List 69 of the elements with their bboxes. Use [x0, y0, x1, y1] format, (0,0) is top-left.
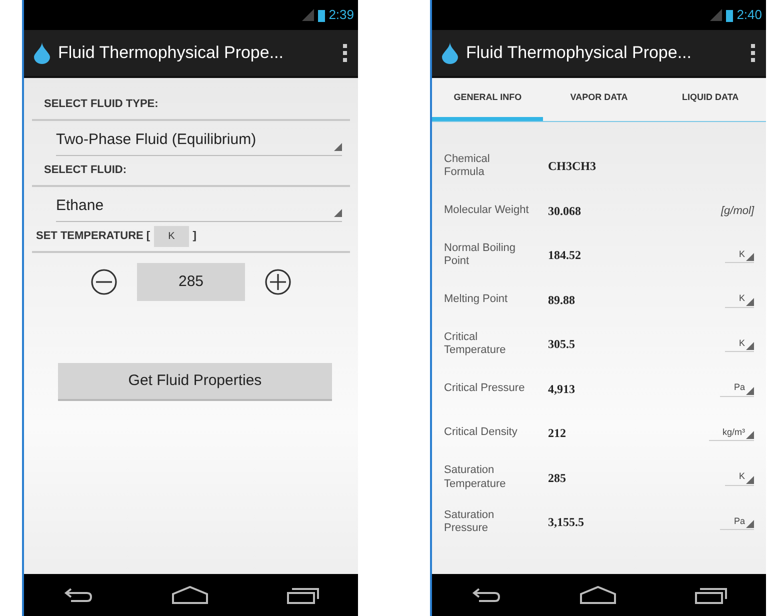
home-icon[interactable]: [580, 586, 616, 604]
unit-dropdown[interactable]: K: [724, 336, 754, 352]
property-value: 212: [547, 425, 567, 442]
property-value: 285: [547, 470, 567, 487]
unit-dropdown[interactable]: Pa: [720, 514, 754, 530]
property-label: Melting Point: [444, 292, 509, 307]
property-label: Molecular Weight: [444, 204, 530, 218]
field-label: SELECT FLUID:: [32, 156, 350, 186]
dropdown-arrow-icon: [334, 209, 342, 217]
field-label: SET TEMPERATURE [: [36, 229, 150, 244]
property-value: 4,913: [547, 380, 576, 398]
property-label: Saturation Temperature: [444, 464, 507, 492]
overflow-menu-icon[interactable]: [750, 43, 756, 63]
property-value: 89.88: [547, 292, 576, 309]
dropdown-arrow-icon: [746, 476, 754, 484]
dropdown-arrow-icon: [746, 431, 754, 439]
dropdown-arrow-icon: [746, 253, 754, 261]
overflow-menu-icon[interactable]: [342, 43, 348, 63]
temperature-value: 285: [137, 263, 245, 301]
unit-text: [g/mol]: [720, 204, 754, 218]
back-icon[interactable]: [471, 587, 502, 603]
home-icon[interactable]: [172, 586, 208, 604]
get-properties-button[interactable]: Get Fluid Properties: [58, 363, 332, 401]
battery-icon: [726, 8, 733, 22]
recent-apps-icon[interactable]: [286, 586, 319, 604]
bracket-text: ]: [192, 229, 196, 244]
unit-dropdown[interactable]: K: [724, 248, 754, 263]
dropdown-arrow-icon: [746, 386, 754, 394]
unit-dropdown[interactable]: kg/m³: [708, 426, 754, 441]
dropdown-arrow-icon: [334, 143, 342, 151]
dropdown-arrow-icon: [746, 342, 754, 350]
property-label: Normal Boiling Point: [444, 242, 517, 269]
battery-icon: [318, 8, 325, 22]
dropdown-value: Ethane: [56, 196, 104, 216]
tab[interactable]: LIQUID DATA: [654, 78, 766, 121]
dropdown-arrow-icon: [746, 298, 754, 306]
dropdown-arrow-icon: [746, 520, 754, 528]
app-title: Fluid Thermophysical Prope...: [58, 42, 285, 64]
back-icon[interactable]: [63, 587, 94, 603]
signal-icon: [302, 9, 314, 21]
dropdown[interactable]: Ethane: [56, 188, 342, 222]
property-value: 305.5: [547, 336, 576, 354]
property-label: Critical Pressure: [444, 382, 526, 396]
minus-icon[interactable]: [91, 269, 117, 295]
status-time: 2:39: [328, 6, 354, 24]
dropdown[interactable]: Two-Phase Fluid (Equilibrium): [56, 122, 342, 156]
tab[interactable]: GENERAL INFO: [432, 78, 544, 121]
water-drop-icon: [34, 42, 50, 64]
property-value: 3,155.5: [547, 514, 585, 532]
property-value: 184.52: [547, 247, 582, 264]
unit-dropdown[interactable]: K: [724, 292, 754, 308]
unit-selector[interactable]: K: [154, 226, 189, 247]
tab[interactable]: VAPOR DATA: [543, 78, 655, 121]
dropdown-value: Two-Phase Fluid (Equilibrium): [56, 130, 256, 150]
app-title: Fluid Thermophysical Prope...: [466, 42, 693, 64]
property-label: Critical Temperature: [444, 330, 507, 358]
water-drop-icon: [442, 42, 458, 64]
signal-icon: [710, 9, 722, 21]
unit-dropdown[interactable]: Pa: [720, 381, 754, 396]
property-label: Critical Density: [444, 426, 518, 440]
status-time: 2:40: [736, 6, 762, 24]
unit-dropdown[interactable]: K: [724, 470, 754, 486]
property-label: Chemical Formula: [444, 152, 491, 180]
plus-icon[interactable]: [265, 269, 291, 295]
property-value: 30.068: [547, 202, 582, 220]
property-value: CH3CH3: [547, 158, 597, 176]
recent-apps-icon[interactable]: [694, 586, 727, 604]
property-label: Saturation Pressure: [444, 508, 496, 536]
field-label: SELECT FLUID TYPE:: [32, 90, 350, 120]
